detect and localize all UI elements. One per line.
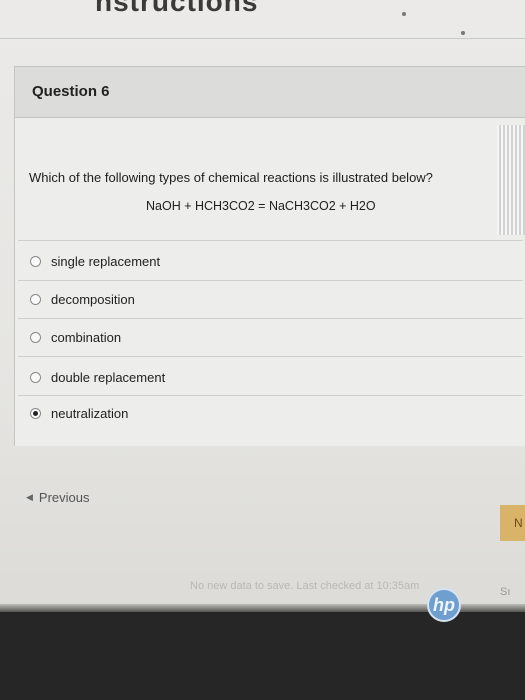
option-single-replacement[interactable]: single replacement xyxy=(30,251,160,271)
side-stripes xyxy=(497,125,525,235)
radio-button[interactable] xyxy=(30,331,41,343)
option-decomposition[interactable]: decomposition xyxy=(30,289,135,309)
question-title: Question 6 xyxy=(32,83,110,100)
radio-button[interactable] xyxy=(30,255,41,267)
option-label: single replacement xyxy=(51,253,161,269)
chevron-left-icon: ◀ xyxy=(26,492,33,502)
previous-label: Previous xyxy=(38,490,90,505)
option-double-replacement[interactable]: double replacement xyxy=(30,367,165,387)
option-label: decomposition xyxy=(51,291,135,307)
next-button[interactable]: N xyxy=(500,505,525,541)
divider xyxy=(18,280,523,281)
decorative-dot xyxy=(402,12,406,16)
option-label: combination xyxy=(51,329,122,345)
radio-button[interactable] xyxy=(30,293,41,305)
decorative-dot xyxy=(461,31,465,35)
save-status: No new data to save. Last checked at 10:… xyxy=(190,580,420,592)
option-neutralization[interactable]: neutralization xyxy=(30,403,128,423)
divider xyxy=(18,356,523,357)
chemical-equation: NaOH + HCH3CO2 = NaCH3CO2 + H2O xyxy=(146,199,376,213)
radio-button-selected[interactable] xyxy=(30,407,41,419)
divider xyxy=(0,38,525,39)
question-header: Question 6 xyxy=(15,66,525,118)
option-label: double replacement xyxy=(51,369,166,385)
monitor-bezel xyxy=(0,612,525,700)
divider xyxy=(18,318,523,319)
hp-logo: hp xyxy=(427,588,461,622)
option-label: neutralization xyxy=(51,405,129,421)
option-combination[interactable]: combination xyxy=(30,327,121,347)
screen: nstructions Question 6 Which of the foll… xyxy=(0,0,525,612)
save-button[interactable]: Sı xyxy=(500,586,510,598)
radio-button[interactable] xyxy=(30,371,41,383)
question-prompt: Which of the following types of chemical… xyxy=(29,170,433,185)
page-heading: nstructions xyxy=(95,0,259,17)
divider xyxy=(18,240,523,241)
previous-button[interactable]: ◀ Previous xyxy=(26,490,90,505)
divider xyxy=(18,395,523,396)
